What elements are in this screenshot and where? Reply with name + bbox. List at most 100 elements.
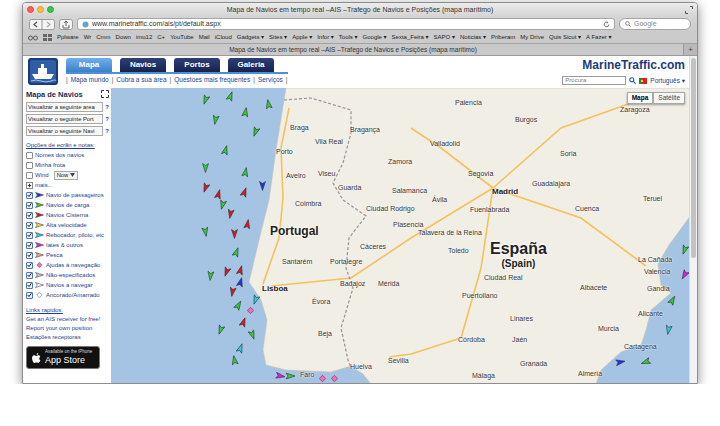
ship-arrow-icon[interactable]: [639, 357, 651, 367]
more-row[interactable]: mais...: [26, 180, 109, 190]
bookmark-item[interactable]: Down: [116, 33, 131, 42]
ship-arrow-icon[interactable]: [220, 144, 229, 155]
page-scrollbar[interactable]: [689, 56, 697, 383]
ship-arrow-icon[interactable]: [274, 372, 285, 381]
checkbox[interactable]: [26, 272, 33, 279]
ship-arrow-icon[interactable]: [235, 264, 244, 275]
bookmark-item[interactable]: My Drive: [520, 33, 544, 42]
bookmark-item[interactable]: YouTube: [170, 33, 194, 42]
help-link[interactable]: ?: [105, 104, 109, 110]
anchored-ship-icon[interactable]: [247, 307, 254, 314]
scroll-thumb[interactable]: [691, 58, 696, 258]
zoom-button[interactable]: [47, 6, 54, 13]
site-tab[interactable]: Galeria: [228, 58, 274, 72]
checkbox[interactable]: [26, 162, 33, 169]
ship-arrow-icon[interactable]: [217, 199, 226, 210]
help-link[interactable]: ?: [105, 116, 109, 122]
ship-map[interactable]: PortugalEspaña(Spain)PalenciaZaragozaBur…: [111, 88, 689, 383]
bookmark-item[interactable]: SAPO ▾: [434, 33, 455, 42]
back-forward-icon[interactable]: [29, 19, 55, 30]
site-tab[interactable]: Mapa: [66, 58, 112, 72]
sub-nav-link[interactable]: Cubra a sua área: [116, 76, 166, 84]
sub-nav-link[interactable]: Serviços: [258, 76, 283, 84]
checkbox[interactable]: [26, 222, 33, 229]
bookmark-item[interactable]: Sites ▾: [269, 33, 287, 42]
site-tab[interactable]: Navios: [120, 58, 166, 72]
ship-arrow-icon[interactable]: [200, 182, 210, 194]
checkbox[interactable]: [26, 252, 33, 259]
bookmark-item[interactable]: Mail: [199, 33, 210, 42]
ship-arrow-icon[interactable]: [259, 181, 266, 191]
address-bar[interactable]: www.marinetraffic.com/ais/pt/default.asp…: [77, 18, 615, 30]
checkbox[interactable]: [26, 292, 33, 299]
bookmark-item[interactable]: Infor ▾: [317, 33, 334, 42]
ship-arrow-icon[interactable]: [221, 266, 231, 278]
close-button[interactable]: [27, 6, 34, 13]
checkbox[interactable]: [26, 282, 33, 289]
ship-arrow-icon[interactable]: [250, 294, 260, 306]
view-select[interactable]: Visualizar o seguinte Navi: [26, 126, 103, 136]
checkbox[interactable]: [26, 172, 33, 179]
bookmark-item[interactable]: Noticias ▾: [460, 33, 486, 42]
checkbox[interactable]: [26, 202, 33, 209]
language-selector[interactable]: Português ▾: [650, 77, 685, 85]
bookmark-item[interactable]: Google ▾: [363, 33, 387, 42]
site-tab[interactable]: Portos: [174, 58, 220, 72]
reload-icon[interactable]: [603, 21, 610, 28]
ship-arrow-icon[interactable]: [232, 299, 243, 311]
ship-arrow-icon[interactable]: [678, 269, 689, 281]
ship-arrow-icon[interactable]: [226, 208, 235, 219]
view-select[interactable]: Visualizar a seguinte area: [26, 102, 103, 112]
bookmark-item[interactable]: A Fazer ▾: [586, 33, 611, 42]
ship-arrow-icon[interactable]: [213, 188, 222, 199]
ship-arrow-icon[interactable]: [235, 342, 245, 354]
ship-arrow-icon[interactable]: [679, 244, 689, 256]
search-field[interactable]: Google: [619, 18, 691, 30]
bookmark-item[interactable]: Pplware: [57, 33, 79, 42]
ship-arrow-icon[interactable]: [614, 358, 625, 367]
checkbox[interactable]: [26, 152, 33, 159]
bookmark-item[interactable]: imu12: [136, 33, 152, 42]
anchored-ship-icon[interactable]: [319, 375, 326, 382]
ship-arrow-icon[interactable]: [228, 286, 237, 297]
new-tab-button[interactable]: +: [683, 44, 697, 55]
ship-arrow-icon[interactable]: [238, 316, 248, 328]
sub-nav-link[interactable]: Questoes mais frequentes: [174, 76, 250, 84]
wind-select[interactable]: Now: [54, 171, 79, 180]
checkbox[interactable]: [26, 242, 33, 249]
map-type-button[interactable]: Satélite: [653, 92, 685, 104]
ship-arrow-icon[interactable]: [201, 226, 210, 237]
share-icon[interactable]: [59, 19, 73, 30]
ship-arrow-icon[interactable]: [230, 354, 239, 365]
sub-nav-link[interactable]: Mapa mundo: [71, 76, 109, 84]
site-brand[interactable]: MarineTraffic.com: [582, 58, 685, 72]
bookmark-item[interactable]: Apple ▾: [292, 33, 312, 42]
ship-arrow-icon[interactable]: [241, 166, 250, 177]
ship-logo-icon[interactable]: [28, 58, 58, 85]
magnifier-icon[interactable]: [629, 77, 636, 84]
checkbox[interactable]: [26, 232, 33, 239]
ship-arrow-icon[interactable]: [247, 329, 257, 341]
ship-arrow-icon[interactable]: [243, 218, 252, 229]
bookmark-item[interactable]: Cmm: [96, 33, 110, 42]
ship-arrow-icon[interactable]: [200, 94, 210, 106]
site-search-field[interactable]: Procura: [562, 76, 626, 85]
view-select[interactable]: Visualizar o seguinte Port: [26, 114, 103, 124]
ship-arrow-icon[interactable]: [241, 106, 250, 117]
reading-list-icon[interactable]: [28, 34, 38, 41]
quick-link[interactable]: Get an AIS receiver for free!: [26, 315, 109, 324]
bookmark-item[interactable]: Priberam: [491, 33, 515, 42]
help-link[interactable]: ?: [105, 128, 109, 134]
ship-arrow-icon[interactable]: [215, 324, 225, 336]
checkbox[interactable]: [26, 262, 33, 269]
bookmark-item[interactable]: C+: [157, 33, 165, 42]
ship-arrow-icon[interactable]: [264, 98, 273, 109]
ship-arrow-icon[interactable]: [211, 114, 220, 125]
ship-arrow-icon[interactable]: [231, 229, 238, 239]
bookmark-item[interactable]: iCloud: [215, 33, 232, 42]
map-type-button[interactable]: Mapa: [627, 92, 654, 104]
ship-arrow-icon[interactable]: [250, 126, 260, 138]
quick-link[interactable]: Estações receptoras: [26, 333, 109, 342]
quick-link[interactable]: Report your own position: [26, 324, 109, 333]
bookmark-item[interactable]: Wr: [84, 33, 92, 42]
